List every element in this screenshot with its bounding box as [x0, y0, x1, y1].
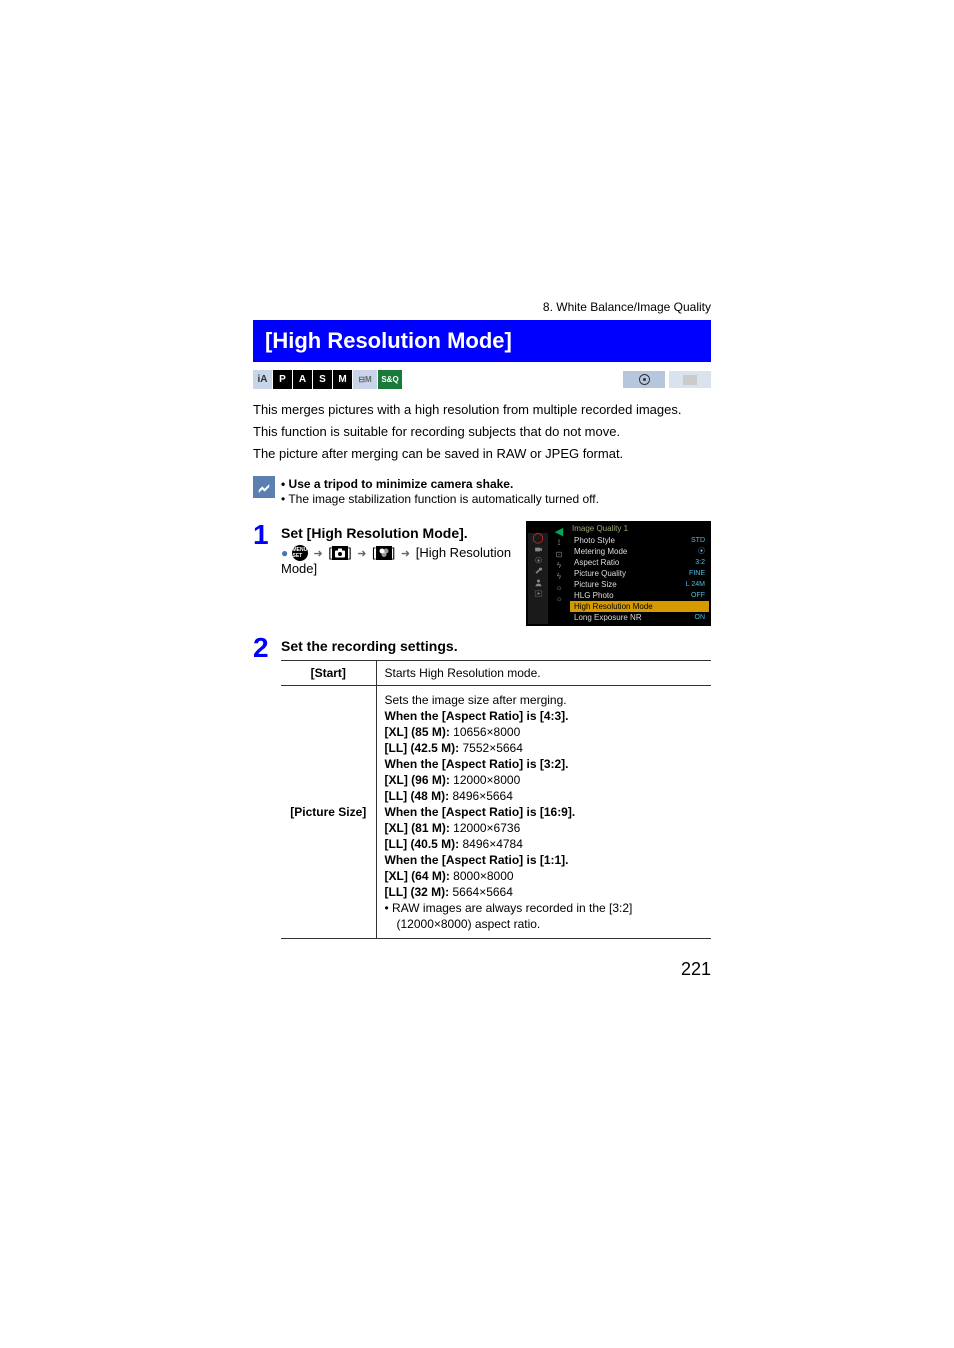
step-2: 2 Set the recording settings. [Start] St… [253, 634, 711, 939]
step-2-number: 2 [253, 634, 281, 939]
arrow-icon: ➜ [357, 547, 366, 560]
mode-ia-icon: iA [253, 370, 272, 389]
arrow-icon: ➜ [401, 547, 410, 560]
breadcrumb: 8. White Balance/Image Quality [253, 300, 711, 314]
start-desc: Starts High Resolution mode. [376, 660, 711, 685]
ms-row: Picture SizeL 24M [570, 579, 709, 590]
subtab-2: ⊡ [550, 549, 568, 560]
psize-h11: When the [Aspect Ratio] is [1:1]. [385, 853, 704, 867]
page-number: 221 [253, 959, 711, 980]
table-row-start: [Start] Starts High Resolution mode. [281, 660, 711, 685]
intro-text: This merges pictures with a high resolut… [253, 401, 711, 464]
wrench-tab-icon [528, 566, 548, 577]
step-1-number: 1 [253, 521, 281, 626]
psize-lead: Sets the image size after merging. [385, 693, 704, 707]
psize-xl169: [XL] (81 M): 12000×6736 [385, 821, 704, 835]
intro-p2: This function is suitable for recording … [253, 423, 711, 441]
photo-icon [623, 371, 665, 388]
page: 8. White Balance/Image Quality [High Res… [0, 0, 954, 1060]
note-icon [253, 476, 275, 498]
psize-xl11: [XL] (64 M): 8000×8000 [385, 869, 704, 883]
ms-row: Photo StyleSTD [570, 535, 709, 546]
psize-ll32: [LL] (48 M): 8496×5664 [385, 789, 704, 803]
ms-left-tabs: ◯ [528, 533, 548, 624]
start-label: [Start] [281, 660, 376, 685]
subtab-5: ☼ [550, 582, 568, 593]
arrow-icon: ➜ [314, 547, 323, 560]
intro-p1: This merges pictures with a high resolut… [253, 401, 711, 419]
psize-h43: When the [Aspect Ratio] is [4:3]. [385, 709, 704, 723]
psize-h32: When the [Aspect Ratio] is [3:2]. [385, 757, 704, 771]
subtab-4: ϟ [550, 571, 568, 582]
mode-s-icon: S [313, 370, 332, 389]
step-1-detail: ● MENUSET ➜ [] ➜ [] ➜ [High Resolution M… [281, 545, 514, 577]
camera-tab-icon: ◯ [528, 533, 548, 544]
mode-p-icon: P [273, 370, 292, 389]
media-icons [623, 371, 711, 388]
step-1: 1 Set [High Resolution Mode]. ● MENUSET … [253, 521, 711, 626]
gear-tab-icon [528, 555, 548, 566]
mode-a-icon: A [293, 370, 312, 389]
psize-label: [Picture Size] [281, 685, 376, 938]
psize-ll43: [LL] (42.5 M): 7552×5664 [385, 741, 704, 755]
mode-sq-icon: S&Q [378, 370, 402, 389]
psize-ll169: [LL] (40.5 M): 8496×4784 [385, 837, 704, 851]
psize-content: Sets the image size after merging. When … [376, 685, 711, 938]
psize-ll11: [LL] (32 M): 5664×5664 [385, 885, 704, 899]
camera-menu-screenshot: Image Quality 1 ◯ ◀ ⟟ ⊡ ϟ ϟ [526, 521, 711, 626]
mode-movie-icon: ⊟M [353, 370, 377, 389]
ms-row: HLG PhotoOFF [570, 590, 709, 601]
ms-row: Metering Mode⦿ [570, 546, 709, 557]
psize-raw1: • RAW images are always recorded in the … [385, 901, 704, 915]
note-line-2: • The image stabilization function is au… [281, 492, 599, 506]
user-tab-icon [528, 577, 548, 588]
settings-table: [Start] Starts High Resolution mode. [Pi… [281, 660, 711, 939]
ms-row: Picture QualityFINE [570, 568, 709, 579]
camera-icon [332, 546, 348, 560]
step-2-title: Set the recording settings. [281, 638, 711, 654]
psize-raw2: (12000×8000) aspect ratio. [385, 917, 704, 931]
step-1-title: Set [High Resolution Mode]. [281, 525, 514, 541]
mode-m-icon: M [333, 370, 352, 389]
image-quality-icon [376, 546, 392, 560]
intro-p3: The picture after merging can be saved i… [253, 445, 711, 463]
video-tab-icon [528, 544, 548, 555]
video-icon [669, 371, 711, 388]
subtab-arrow-icon: ◀ [550, 525, 568, 538]
psize-h169: When the [Aspect Ratio] is [16:9]. [385, 805, 704, 819]
ms-row-selected: High Resolution Mode [570, 601, 709, 612]
ms-row: Long Exposure NRON [570, 612, 709, 623]
mode-dials: iA P A S M ⊟M S&Q [253, 370, 402, 389]
play-tab-icon [528, 588, 548, 599]
psize-xl32: [XL] (96 M): 12000×8000 [385, 773, 704, 787]
subtab-6: ☼ [550, 593, 568, 604]
ms-subtabs: ◀ ⟟ ⊡ ϟ ϟ ☼ ☼ [550, 525, 568, 624]
table-row-psize: [Picture Size] Sets the image size after… [281, 685, 711, 938]
note-content: • Use a tripod to minimize camera shake.… [281, 476, 599, 507]
note-line-1: • Use a tripod to minimize camera shake. [281, 477, 599, 491]
subtab-1: ⟟ [550, 538, 568, 549]
subtab-3: ϟ [550, 560, 568, 571]
ms-main: Photo StyleSTD Metering Mode⦿ Aspect Rat… [570, 535, 709, 624]
ms-row: Aspect Ratio3:2 [570, 557, 709, 568]
ms-header: Image Quality 1 [572, 524, 628, 533]
mode-row: iA P A S M ⊟M S&Q [253, 370, 711, 389]
psize-xl43: [XL] (85 M): 10656×8000 [385, 725, 704, 739]
page-title: [High Resolution Mode] [253, 320, 711, 362]
menu-set-icon: MENUSET [292, 545, 308, 561]
note-box: • Use a tripod to minimize camera shake.… [253, 476, 711, 507]
